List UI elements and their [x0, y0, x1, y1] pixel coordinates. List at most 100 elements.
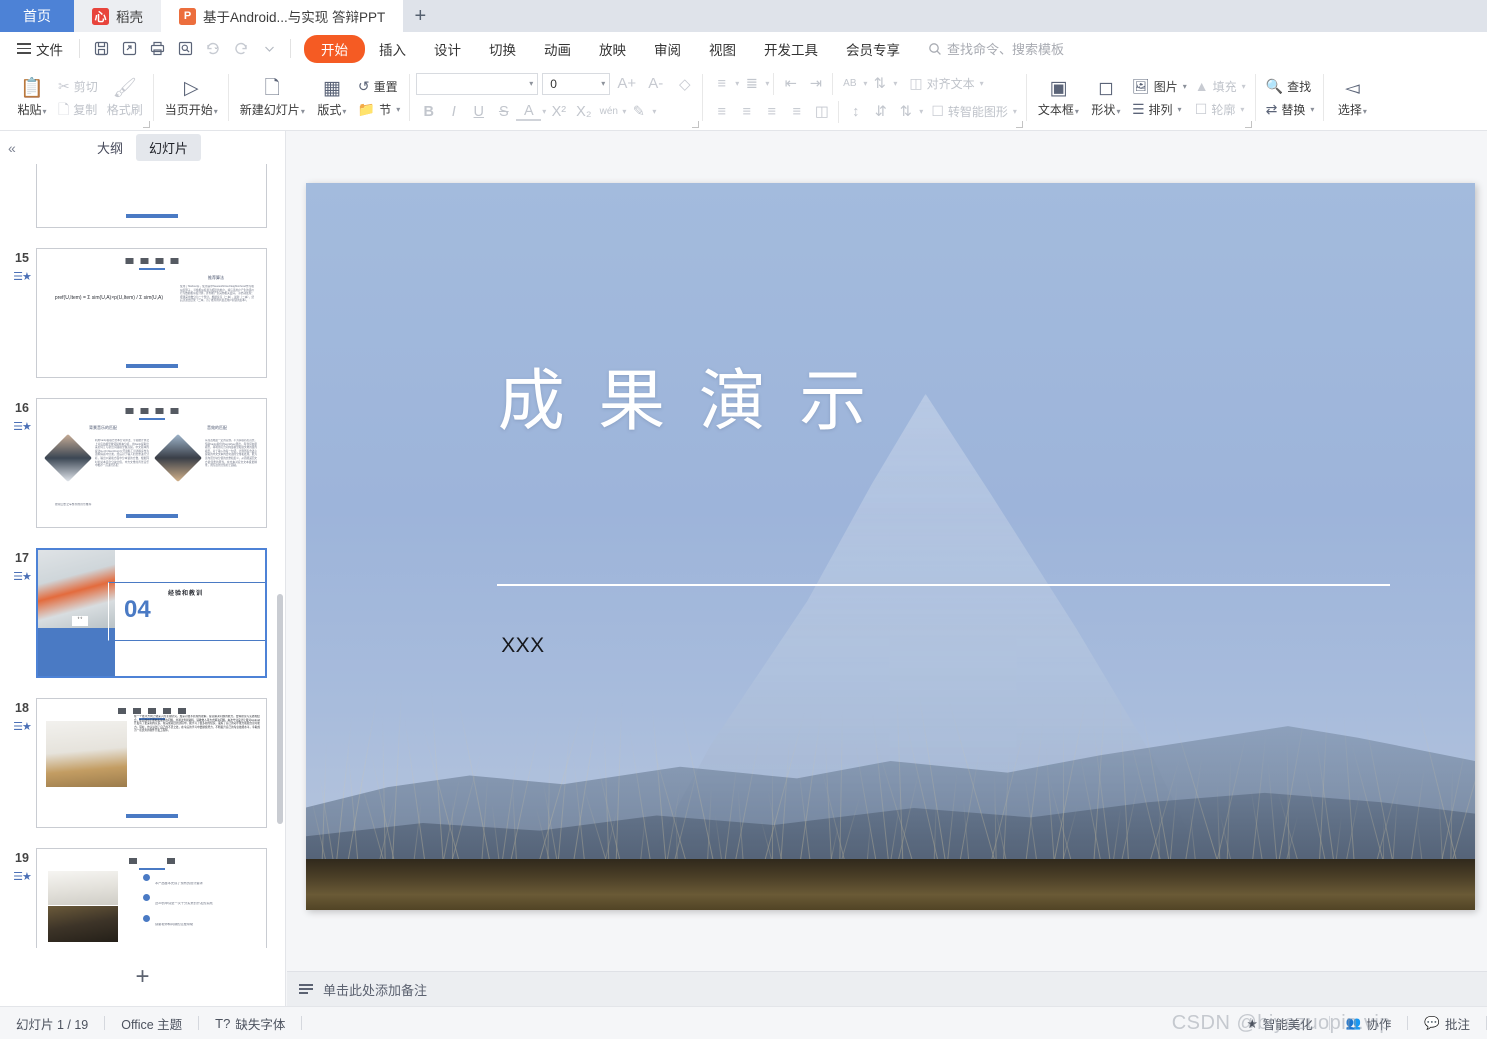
replace-button[interactable]: ⇄ 替换 ▾ [1262, 99, 1319, 120]
picture-button[interactable]: 🖼 图片 ▾ [1128, 76, 1191, 97]
section-button[interactable]: 📁 节 ▾ [354, 99, 404, 120]
font-name-input[interactable]: ▾ [416, 72, 539, 95]
missing-font-status[interactable]: T? 缺失字体 [199, 1014, 301, 1033]
thumbnail-item[interactable]: 18 ☰★ 在一个技术方向上做深入的主理研究，加深对技术原理的理解，提高解决问题… [0, 688, 285, 838]
layout-button[interactable]: ▦ 版式▾ [310, 76, 354, 120]
outline-button[interactable]: ☐ 轮廓 ▾ [1191, 99, 1250, 120]
collapse-panel-button[interactable]: « [8, 140, 16, 156]
ribbon-tab-review[interactable]: 审阅 [640, 35, 695, 63]
to-smartart-button[interactable]: ☐ 转智能图形 ▾ [927, 101, 1021, 122]
align-center-icon[interactable]: ≡ [734, 100, 759, 123]
thumbnail-item[interactable]: 16 ☰★ 背景音乐的匹配 利用hanlp提取方文本分词算法、字频统计算法上对应… [0, 388, 285, 538]
shape-button[interactable]: ◻ 形状▾ [1084, 76, 1128, 120]
text-highlight-icon[interactable]: ✎ [626, 100, 651, 123]
superscript-button[interactable]: X² [546, 100, 571, 123]
new-slide-button[interactable]: 🗋 新建幻灯片▾ [235, 76, 310, 120]
increase-indent-icon[interactable]: ⇥ [803, 72, 828, 95]
clipboard-expander[interactable] [142, 121, 150, 128]
pinyin-guide-icon[interactable]: wén [596, 100, 621, 123]
distribute-icon[interactable]: ◫ [809, 100, 834, 123]
slide-thumbnail[interactable]: 背景音乐的匹配 利用hanlp提取方文本分词算法、字频统计算法上对应的模型做词频… [36, 398, 267, 528]
format-painter-button[interactable]: 🖌 格式刷 [102, 76, 148, 120]
italic-button[interactable]: I [441, 100, 466, 123]
line-spacing-options-icon[interactable]: ⇅ [893, 100, 918, 123]
save-as-icon[interactable] [115, 36, 143, 62]
slide-thumbnail[interactable]: 在一个技术方向上做深入的主理研究，加深对技术原理的理解，提高解决问题的能力。要将… [36, 698, 267, 828]
cooperate-button[interactable]: 👥 协作 [1330, 1014, 1408, 1033]
customize-qat-icon[interactable] [255, 36, 283, 62]
slide-counter[interactable]: 幻灯片 1 / 19 [0, 1014, 104, 1033]
file-menu-button[interactable]: 文件 [8, 36, 72, 62]
drawing-expander[interactable] [1244, 121, 1252, 128]
save-icon[interactable] [87, 36, 115, 62]
numbering-icon[interactable]: ≣ [739, 72, 764, 95]
strikethrough-button[interactable]: S [491, 100, 516, 123]
print-icon[interactable] [143, 36, 171, 62]
character-spacing-icon[interactable]: ⇅ [867, 72, 892, 95]
ribbon-tab-start[interactable]: 开始 [304, 34, 365, 63]
command-search-box[interactable]: 查找命令、搜索模板 [928, 39, 1064, 58]
paragraph-expander[interactable] [1015, 121, 1023, 128]
thumbnail-item[interactable]: 15 ☰★ pref(U,Item) = Σ sim(U,A)×p(U,Item… [0, 238, 285, 388]
ribbon-tab-animations[interactable]: 动画 [530, 35, 585, 63]
smart-beautify-button[interactable]: ★ 智能美化 [1231, 1014, 1329, 1033]
document-tab[interactable]: P 基于Android...与实现 答辩PPT [161, 0, 404, 32]
decrease-indent-icon[interactable]: ⇤ [778, 72, 803, 95]
font-color-button[interactable]: A [516, 102, 542, 121]
reset-button[interactable]: ↺ 重置 [354, 76, 404, 97]
tab-slides[interactable]: 幻灯片 [136, 134, 202, 161]
ribbon-tab-developer[interactable]: 开发工具 [750, 35, 832, 63]
redo-icon[interactable] [227, 36, 255, 62]
font-expander[interactable] [692, 121, 700, 128]
print-preview-icon[interactable] [171, 36, 199, 62]
ribbon-tab-slideshow[interactable]: 放映 [585, 35, 640, 63]
ribbon-tab-transitions[interactable]: 切换 [475, 35, 530, 63]
thumbnail-item-selected[interactable]: 17 ☰★ ⚘⚘ 04 经验和教训 [0, 538, 285, 688]
paragraph-spacing-icon[interactable]: ⇵ [868, 100, 893, 123]
comment-button[interactable]: 💬 批注 [1408, 1014, 1486, 1033]
thumbnail-list[interactable]: 14 ☰★ 基于互联语音识别API不支持长时间大于1分钟的识别，把这段时间间隔进… [0, 164, 285, 948]
bullets-icon[interactable]: ≡ [709, 72, 734, 95]
theme-name[interactable]: Office 主题 [105, 1014, 198, 1033]
select-button[interactable]: ◅ 选择▾ [1330, 76, 1374, 120]
slide-thumbnail[interactable]: pref(U,Item) = Σ sim(U,A)×p(U,Item) / Σ … [36, 248, 267, 378]
justify-icon[interactable]: ≡ [784, 100, 809, 123]
textbox-button[interactable]: ▣ 文本框▾ [1033, 76, 1084, 120]
fill-button[interactable]: ▲ 填充 ▾ [1191, 76, 1250, 97]
ribbon-tab-design[interactable]: 设计 [420, 35, 475, 63]
thumbnail-item[interactable]: 19 ☰★ 本产品基本完成了预有的设计要求 近30的申请是一次十分实贵的开发的实… [0, 838, 285, 948]
home-tab[interactable]: 首页 [0, 0, 74, 32]
clear-format-icon[interactable]: ◇ [672, 72, 697, 95]
slide-thumbnail[interactable]: ⚘⚘ 04 经验和教训 [36, 548, 267, 678]
tab-outline[interactable]: 大纲 [84, 134, 136, 161]
subscript-button[interactable]: X₂ [571, 100, 596, 123]
ribbon-tab-member[interactable]: 会员专享 [832, 35, 914, 63]
slide-thumbnail[interactable]: 本产品基本完成了预有的设计要求 近30的申请是一次十分实贵的开发的实践 感谢老师… [36, 848, 267, 948]
underline-button[interactable]: U [466, 100, 491, 123]
shrink-font-button[interactable]: A- [643, 72, 668, 95]
paste-button[interactable]: 📋 粘贴▾ [10, 76, 54, 120]
line-spacing-icon[interactable]: ↕ [843, 100, 868, 123]
current-slide[interactable]: 成果演示 XXX [306, 183, 1475, 910]
slide-title[interactable]: 成果演示 [498, 347, 900, 444]
ribbon-tab-view[interactable]: 视图 [695, 35, 750, 63]
undo-icon[interactable] [199, 36, 227, 62]
grow-font-button[interactable]: A+ [614, 72, 639, 95]
new-tab-button[interactable]: + [403, 0, 437, 32]
thumbnail-item[interactable]: 14 ☰★ 基于互联语音识别API不支持长时间大于1分钟的识别，把这段时间间隔进… [0, 164, 285, 238]
slide-thumbnail[interactable]: 基于互联语音识别API不支持长时间大于1分钟的识别，把这段时间间隔进行切分成数据… [36, 164, 267, 228]
align-left-icon[interactable]: ≡ [709, 100, 734, 123]
ribbon-tab-insert[interactable]: 插入 [365, 35, 420, 63]
align-right-icon[interactable]: ≡ [759, 100, 784, 123]
bold-button[interactable]: B [416, 100, 441, 123]
add-slide-button[interactable]: + [0, 948, 285, 1006]
cut-button[interactable]: ✂ 剪切 [54, 76, 102, 97]
align-text-button[interactable]: ◫ 对齐文本 ▾ [905, 73, 987, 94]
thumbnail-scrollbar[interactable] [277, 594, 283, 824]
notes-pane[interactable]: 单击此处添加备注 [287, 971, 1487, 1006]
font-size-input[interactable]: 0 ▾ [542, 72, 611, 95]
start-here-button[interactable]: ▷ 当页开始▾ [160, 76, 223, 120]
copy-button[interactable]: 🗋 复制 [54, 99, 102, 120]
find-button[interactable]: 🔍 查找 [1262, 76, 1319, 97]
slide-subtitle[interactable]: XXX [501, 634, 544, 658]
